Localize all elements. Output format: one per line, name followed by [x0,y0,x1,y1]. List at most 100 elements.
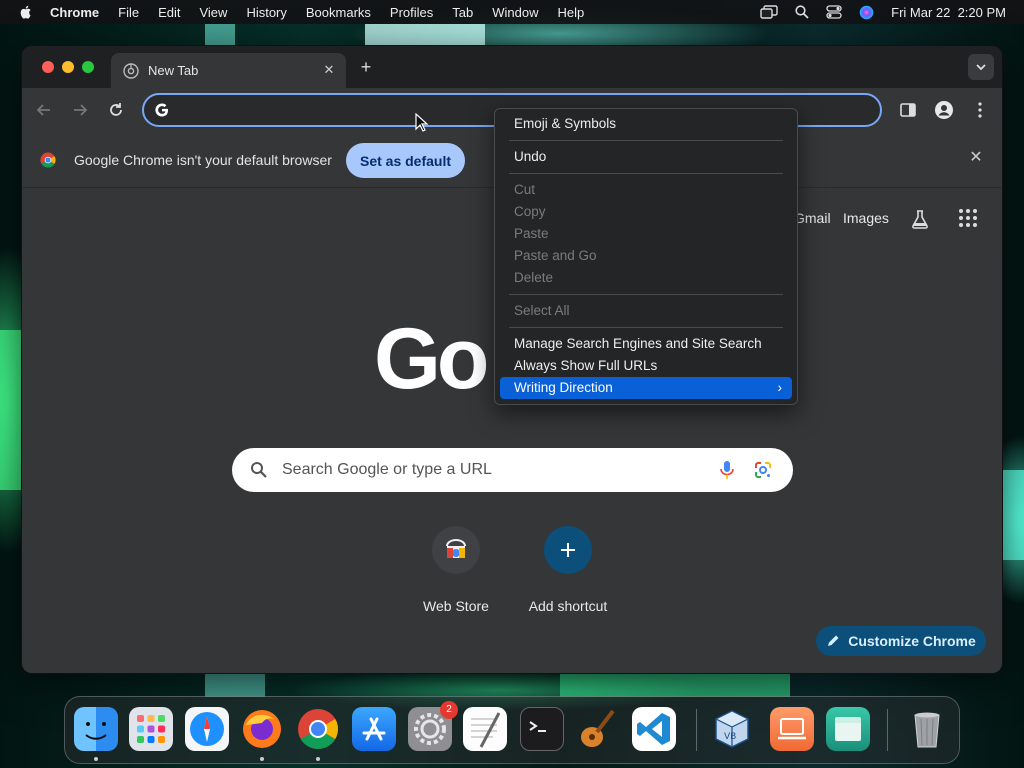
menu-item-always-show-full-urls[interactable]: Always Show Full URLs [500,355,792,377]
new-tab-button[interactable]: + [356,57,376,77]
control-center-icon[interactable] [826,5,842,19]
terminal-icon[interactable] [520,707,564,751]
pencil-icon [828,635,839,646]
menu-item-delete[interactable]: Delete [500,267,792,289]
labs-flask-icon[interactable] [909,208,931,230]
infobar-message: Google Chrome isn't your default browser [74,152,332,168]
textedit-icon[interactable] [463,707,507,751]
menu-item-manage-search-engines[interactable]: Manage Search Engines and Site Search [500,333,792,355]
set-as-default-button[interactable]: Set as default [346,143,465,178]
tab-title: New Tab [148,63,199,78]
menu-separator [509,173,783,174]
laptop-app-icon[interactable] [770,707,814,751]
menu-separator [509,294,783,295]
menu-item-undo[interactable]: Undo [500,146,792,168]
chrome-logo-icon [40,152,56,168]
tab-close-icon[interactable]: ✕ [321,62,337,78]
firefox-icon[interactable] [240,707,284,751]
shortcut-label: Web Store [423,598,489,614]
menu-view[interactable]: View [199,5,227,20]
customize-label: Customize Chrome [848,633,976,649]
virtualbox-icon[interactable]: VB [710,707,754,751]
app-store-icon[interactable] [352,707,396,751]
google-logo: Go [374,311,489,407]
tab-strip: New Tab ✕ + [22,46,1002,88]
menu-separator [509,140,783,141]
menu-file[interactable]: File [118,5,139,20]
vscode-icon[interactable] [632,707,676,751]
google-lens-icon[interactable] [753,460,773,480]
shortcut-web-store[interactable]: Web Store [406,526,506,614]
infobar-close-icon[interactable]: ✕ [968,150,984,166]
menu-item-emoji-symbols[interactable]: Emoji & Symbols [500,113,792,135]
menu-separator [509,327,783,328]
wallpaper-stripe [205,24,235,46]
screen-mirroring-icon[interactable] [760,5,778,19]
running-indicator [316,757,320,761]
notification-badge: 2 [440,701,458,719]
spotlight-search-icon[interactable] [795,5,809,19]
finder-icon[interactable] [74,707,118,751]
menu-edit[interactable]: Edit [158,5,180,20]
menu-clock[interactable]: Fri Mar 22 2:20 PM [891,5,1006,20]
google-search-box[interactable] [232,448,793,492]
forward-arrow-icon[interactable] [70,100,90,120]
garageband-icon[interactable] [575,707,619,751]
trash-icon[interactable] [905,707,949,751]
menu-window[interactable]: Window [492,5,538,20]
apple-icon[interactable] [18,4,34,20]
chrome-icon[interactable] [296,707,340,751]
running-indicator [94,757,98,761]
close-window-button[interactable] [42,61,54,73]
wallpaper-stripe [1002,470,1024,560]
menu-item-copy[interactable]: Copy [500,201,792,223]
menu-tab[interactable]: Tab [452,5,473,20]
menu-item-select-all[interactable]: Select All [500,300,792,322]
profile-avatar-icon[interactable] [934,100,954,120]
dock-separator [887,709,888,751]
shortcut-add[interactable]: Add shortcut [518,526,618,614]
gmail-link[interactable]: Gmail [794,210,831,226]
plus-icon [544,526,592,574]
chevron-right-icon: › [777,380,783,395]
svg-text:VB: VB [724,732,736,742]
menu-item-paste[interactable]: Paste [500,223,792,245]
menu-item-label: Writing Direction [514,380,613,395]
web-store-icon [432,526,480,574]
menu-item-writing-direction[interactable]: Writing Direction › [500,377,792,399]
menu-item-cut[interactable]: Cut [500,179,792,201]
customize-chrome-button[interactable]: Customize Chrome [816,626,986,656]
siri-icon[interactable] [859,5,874,20]
minimize-window-button[interactable] [62,61,74,73]
kebab-menu-icon[interactable] [970,100,990,120]
side-panel-icon[interactable] [898,100,918,120]
zoom-window-button[interactable] [82,61,94,73]
launchpad-icon[interactable] [129,707,173,751]
wallpaper-stripe [560,673,790,697]
chrome-favicon-icon [123,62,139,79]
chevron-down-icon [976,64,986,71]
menu-history[interactable]: History [246,5,286,20]
folder-app-icon[interactable] [826,707,870,751]
wallpaper-stripe [205,673,265,697]
menu-app-name[interactable]: Chrome [50,5,99,20]
omnibox-context-menu: Emoji & Symbols Undo Cut Copy Paste Past… [494,108,798,405]
google-g-icon [155,103,168,117]
menu-help[interactable]: Help [558,5,585,20]
system-settings-icon[interactable]: 2 [408,701,458,751]
menu-item-paste-and-go[interactable]: Paste and Go [500,245,792,267]
back-arrow-icon[interactable] [34,100,54,120]
wallpaper-stripe [365,24,485,46]
microphone-icon[interactable] [718,460,736,480]
menu-bookmarks[interactable]: Bookmarks [306,5,371,20]
tab-search-button[interactable] [968,54,994,80]
menu-bar: Chrome File Edit View History Bookmarks … [0,0,1024,24]
dock: 2 VB [64,696,960,764]
images-link[interactable]: Images [843,210,889,226]
search-input[interactable] [282,458,702,482]
reload-icon[interactable] [106,100,126,120]
google-apps-grid-icon[interactable] [958,208,978,228]
menu-profiles[interactable]: Profiles [390,5,433,20]
tab-new-tab[interactable]: New Tab ✕ [111,53,346,88]
safari-icon[interactable] [185,707,229,751]
